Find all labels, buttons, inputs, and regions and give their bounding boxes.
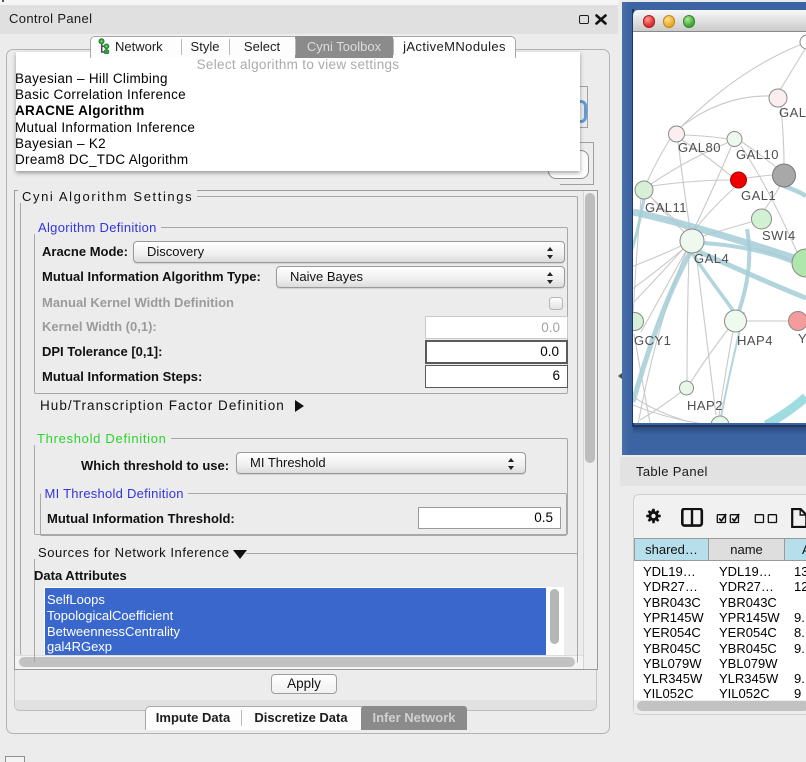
svg-text:GAL10: GAL10 bbox=[736, 147, 779, 162]
svg-text:GAL: GAL bbox=[779, 105, 806, 120]
svg-text:SWI4: SWI4 bbox=[762, 228, 796, 243]
svg-text:GAL1: GAL1 bbox=[741, 188, 776, 203]
svg-text:GAL4: GAL4 bbox=[694, 251, 729, 266]
svg-text:HAP4: HAP4 bbox=[737, 333, 773, 348]
svg-text:GCY1: GCY1 bbox=[634, 333, 671, 348]
svg-text:GAL11: GAL11 bbox=[645, 200, 687, 215]
svg-text:HAP2: HAP2 bbox=[687, 398, 723, 413]
svg-text:GAL80: GAL80 bbox=[678, 140, 721, 155]
svg-text:Y: Y bbox=[798, 331, 806, 346]
